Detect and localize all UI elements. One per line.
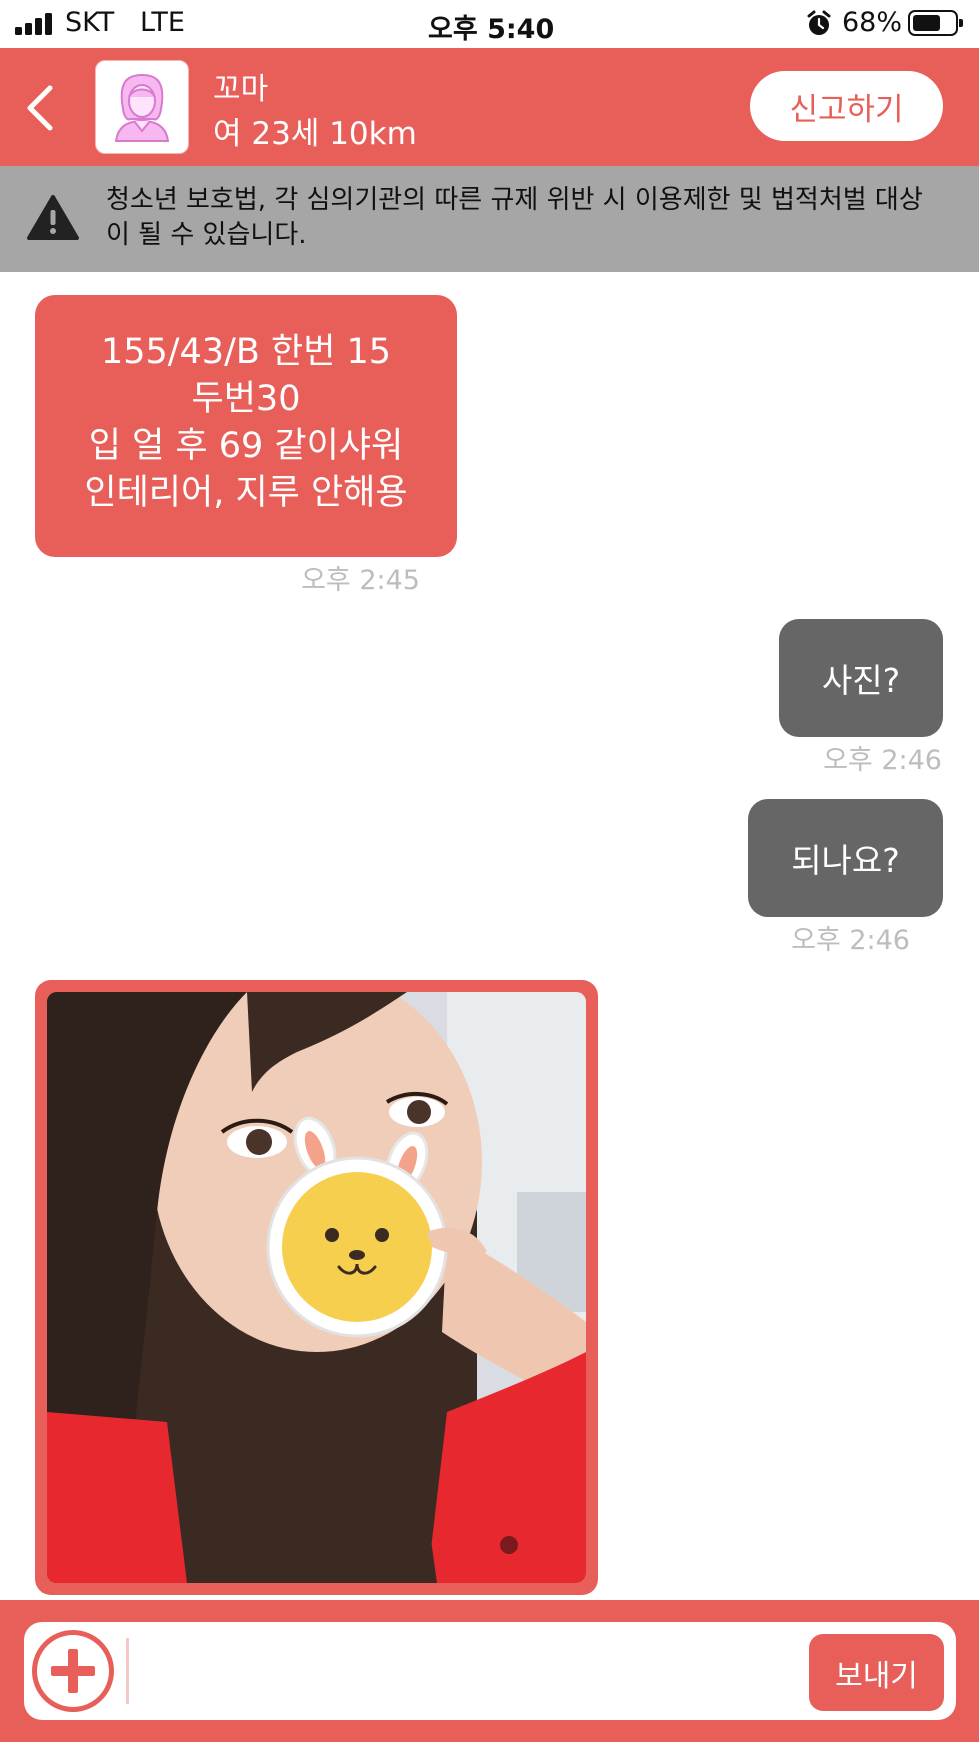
warning-text: 청소년 보호법, 각 심의기관의 따른 규제 위반 시 이용제한 및 법적처벌 … bbox=[106, 185, 923, 250]
partner-name: 꼬마 bbox=[213, 72, 269, 107]
attach-button[interactable] bbox=[32, 1630, 114, 1712]
partner-info: 여 23세 10km bbox=[213, 116, 417, 152]
female-avatar-icon bbox=[114, 73, 170, 142]
carrier-label: SKT bbox=[65, 7, 115, 38]
message-input-bar: 보내기 bbox=[0, 1600, 979, 1742]
incoming-message-bubble[interactable]: 155/43/B 한번 15 두번30 입 얼 후 69 같이샤워 인테리어, … bbox=[35, 295, 457, 557]
outgoing-message-bubble[interactable]: 사진? bbox=[779, 619, 943, 737]
message-timestamp: 오후 2:46 bbox=[823, 745, 942, 776]
message-input[interactable] bbox=[126, 1636, 786, 1706]
warning-triangle-icon bbox=[27, 195, 79, 240]
message-timestamp: 오후 2:46 bbox=[791, 925, 910, 956]
report-button[interactable]: 신고하기 bbox=[750, 71, 943, 141]
input-container: 보내기 bbox=[24, 1622, 956, 1720]
message-line: 입 얼 후 69 같이샤워 bbox=[88, 426, 404, 466]
send-button[interactable]: 보내기 bbox=[809, 1634, 944, 1711]
text-cursor bbox=[126, 1638, 129, 1704]
outgoing-message-bubble[interactable]: 되나요? bbox=[748, 799, 943, 917]
status-bar: SKT LTE 오후 5:40 68% bbox=[0, 0, 979, 48]
incoming-photo-message[interactable] bbox=[35, 980, 598, 1595]
battery-icon bbox=[908, 10, 963, 36]
warning-banner: 청소년 보호법, 각 심의기관의 따른 규제 위반 시 이용제한 및 법적처벌 … bbox=[0, 166, 979, 272]
network-label: LTE bbox=[140, 7, 185, 38]
message-timestamp: 오후 2:45 bbox=[301, 565, 420, 596]
back-chevron-icon[interactable] bbox=[24, 84, 54, 132]
message-line: 인테리어, 지루 안해용 bbox=[84, 473, 408, 513]
chat-header: 꼬마 여 23세 10km 신고하기 bbox=[0, 48, 979, 166]
battery-percent: 68% bbox=[842, 7, 903, 38]
message-line: 155/43/B 한번 15 bbox=[100, 332, 392, 372]
alarm-icon bbox=[807, 10, 831, 35]
message-line: 두번30 bbox=[191, 379, 301, 419]
plus-icon bbox=[37, 1635, 109, 1707]
clock: 오후 5:40 bbox=[428, 14, 555, 45]
photo-image bbox=[47, 992, 586, 1583]
selfie-photo[interactable] bbox=[47, 992, 586, 1583]
avatar[interactable] bbox=[95, 60, 189, 154]
